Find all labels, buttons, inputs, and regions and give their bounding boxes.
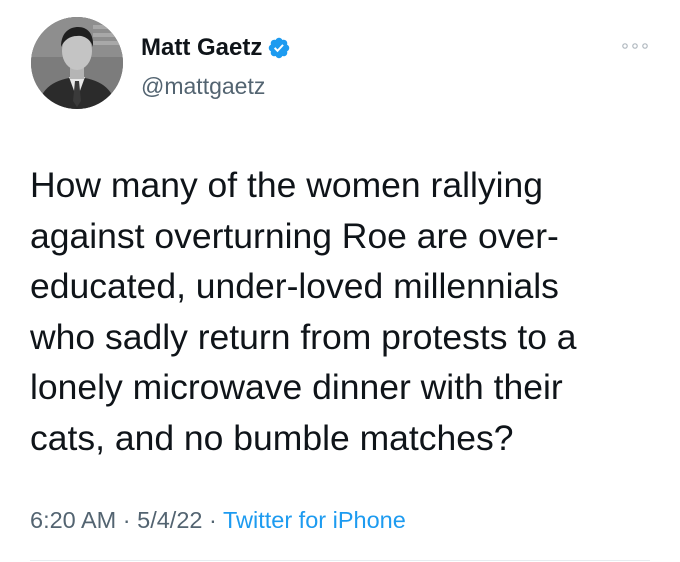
verified-badge-icon <box>269 37 290 59</box>
tweet-date[interactable]: 5/4/22 <box>137 507 202 533</box>
tweet-metadata: 6:20 AM · 5/4/22 · Twitter for iPhone <box>30 505 406 535</box>
tweet-source-link[interactable]: Twitter for iPhone <box>223 507 406 533</box>
author-name-row[interactable]: Matt Gaetz <box>141 33 291 63</box>
tweet-text: How many of the women rallying against o… <box>30 165 577 458</box>
profile-photo <box>31 17 123 109</box>
divider <box>30 560 650 561</box>
avatar[interactable] <box>31 17 123 109</box>
meta-separator: · <box>209 507 217 533</box>
author-display-name[interactable]: Matt Gaetz <box>141 33 262 63</box>
more-options-icon[interactable] <box>620 36 650 56</box>
tweet-time[interactable]: 6:20 AM <box>30 507 116 533</box>
meta-separator: · <box>122 507 131 533</box>
author-handle[interactable]: @mattgaetz <box>141 72 265 100</box>
